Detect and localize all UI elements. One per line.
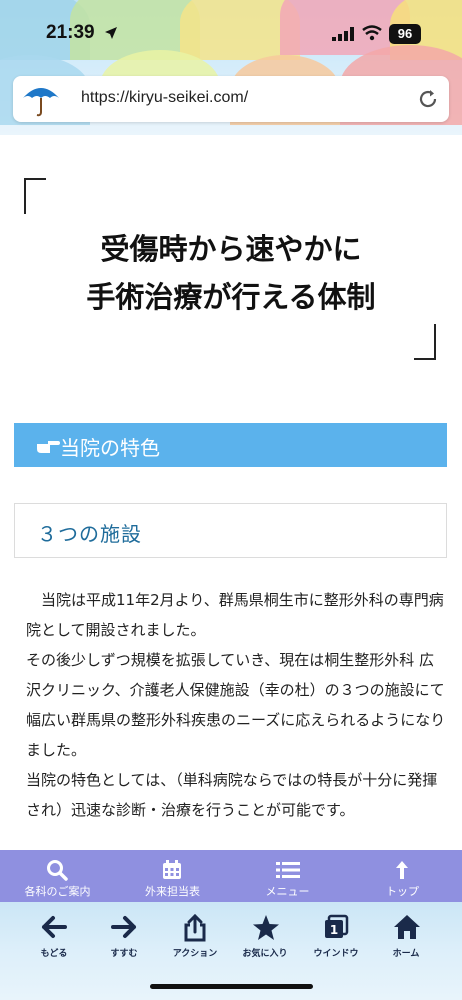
forward-button[interactable]: すすむ xyxy=(89,912,159,962)
signal-icon xyxy=(332,27,354,41)
wifi-icon xyxy=(362,25,382,41)
corner-bracket xyxy=(24,178,46,214)
nav-label: トップ xyxy=(386,885,419,898)
site-umbrella-icon xyxy=(23,88,59,117)
star-icon xyxy=(253,915,279,940)
arrow-left-icon xyxy=(42,916,67,938)
location-arrow-icon xyxy=(105,27,117,39)
paragraph: 当院の特色としては、（単科病院ならではの特長が十分に発揮され）迅速な診断・治療を… xyxy=(26,771,438,819)
nav-label: メニュー xyxy=(265,885,310,898)
nav-top[interactable]: トップ xyxy=(345,850,460,902)
battery-indicator: 96 xyxy=(389,24,421,44)
nav-label: 各科のご案内 xyxy=(24,885,91,898)
toolbar-label: もどる xyxy=(40,949,68,959)
window-icon: 1 xyxy=(325,914,349,938)
hero-title-line: 手術治療が行える体制 xyxy=(86,280,376,314)
section-heading-bar: 当院の特色 xyxy=(14,423,447,467)
windows-button[interactable]: 1 ウインドウ xyxy=(301,912,371,962)
section-heading: 当院の特色 xyxy=(60,436,160,460)
status-bar: 21:39 96 xyxy=(0,0,462,66)
paragraph: その後少しずつ規模を拡張していき、現在は桐生整形外科 広沢クリニック、介護老人保… xyxy=(26,651,446,759)
corner-bracket xyxy=(414,324,436,360)
nav-schedule[interactable]: 外来担当表 xyxy=(115,850,230,902)
subheading: ３つの施設 xyxy=(37,522,142,546)
hero-title: 受傷時から速やかに 手術治療が行える体制 xyxy=(0,225,462,321)
nav-label: 外来担当表 xyxy=(145,885,200,898)
hero-title-line: 受傷時から速やかに xyxy=(100,232,362,266)
nav-departments[interactable]: 各科のご案内 xyxy=(0,850,115,902)
toolbar-label: すすむ xyxy=(110,949,138,959)
paragraph: 当院は平成11年2月より、群馬県桐生市に整形外科の専門病院として開設されました。 xyxy=(26,591,444,639)
toolbar-label: お気に入り xyxy=(242,949,288,959)
url-text[interactable]: https://kiryu-seikei.com/ xyxy=(81,89,248,107)
share-button[interactable]: アクション xyxy=(160,912,230,962)
home-indicator[interactable] xyxy=(150,984,313,989)
toolbar-label: ウインドウ xyxy=(313,949,359,959)
share-icon xyxy=(184,914,206,942)
back-button[interactable]: もどる xyxy=(19,912,89,962)
pointing-hand-icon xyxy=(37,441,60,453)
status-time: 21:39 xyxy=(46,22,95,43)
subheading-box: ３つの施設 xyxy=(14,503,447,558)
favorites-button[interactable]: お気に入り xyxy=(230,912,300,962)
home-icon xyxy=(394,915,420,939)
nav-menu[interactable]: メニュー xyxy=(230,850,345,902)
arrow-up-icon xyxy=(396,861,408,879)
body-text: 当院は平成11年2月より、群馬県桐生市に整形外科の専門病院として開設されました。… xyxy=(26,585,446,825)
address-bar[interactable]: https://kiryu-seikei.com/ xyxy=(13,76,449,122)
toolbar-label: ホーム xyxy=(392,949,420,959)
arrow-right-icon xyxy=(111,916,136,938)
window-count: 1 xyxy=(330,923,338,937)
toolbar-label: アクション xyxy=(172,949,218,959)
site-bottom-nav: 各科のご案内 外来担当表 メニュー トップ xyxy=(0,850,462,902)
home-button[interactable]: ホーム xyxy=(371,912,441,962)
calendar-icon xyxy=(163,860,181,879)
search-icon xyxy=(47,860,68,881)
menu-icon xyxy=(276,862,300,878)
reload-icon[interactable] xyxy=(417,88,439,110)
